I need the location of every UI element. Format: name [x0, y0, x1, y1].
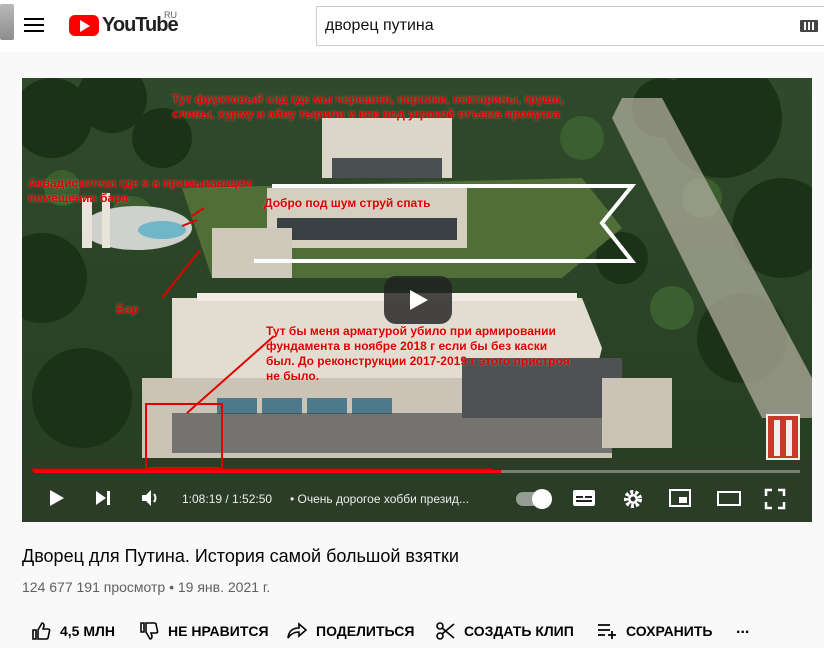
scissors-icon — [436, 622, 455, 640]
thumbs-up-icon — [32, 622, 51, 640]
miniplayer-icon[interactable] — [668, 488, 692, 508]
masthead: YouTube RU дворец путина — [0, 0, 824, 52]
search-input[interactable]: дворец путина — [316, 6, 824, 46]
share-icon — [287, 622, 308, 639]
next-icon[interactable] — [94, 488, 112, 508]
fullscreen-icon[interactable] — [764, 488, 786, 510]
like-button[interactable]: 4,5 МЛН — [30, 620, 115, 642]
youtube-play-mark-icon — [69, 14, 99, 36]
share-button[interactable]: ПОДЕЛИТЬСЯ — [286, 620, 414, 642]
dislike-label: НЕ НРАВИТСЯ — [168, 623, 269, 639]
theater-icon[interactable] — [716, 488, 742, 508]
annotation-orchard: Тут фруктовый сад где мы черешню, персик… — [172, 92, 564, 121]
action-bar: 4,5 МЛН НЕ НРАВИТСЯ ПОДЕЛИТЬСЯ СОЗДАТЬ К… — [22, 614, 812, 646]
big-play-button[interactable] — [384, 276, 452, 324]
channel-watermark-icon[interactable] — [766, 414, 800, 460]
more-actions-button[interactable]: ... — [736, 620, 749, 638]
settings-icon[interactable] — [622, 488, 644, 510]
like-count: 4,5 МЛН — [60, 623, 115, 639]
progress-bar[interactable] — [34, 470, 800, 473]
autoplay-toggle[interactable] — [516, 489, 552, 509]
playlist-add-icon — [598, 624, 616, 639]
progress-bar-fill — [34, 470, 502, 473]
dislike-button[interactable]: НЕ НРАВИТСЯ — [138, 620, 269, 642]
clip-button[interactable]: СОЗДАТЬ КЛИП — [434, 620, 574, 642]
country-code: RU — [164, 10, 177, 20]
annotation-aquadisco: Аквадискотека где я в примыкающем помеще… — [28, 176, 253, 205]
keyboard-icon[interactable] — [800, 20, 818, 32]
annotation-bar: Бар — [116, 302, 139, 316]
browser-tab-handle — [0, 4, 14, 40]
save-button[interactable]: СОХРАНИТЬ — [596, 620, 712, 642]
chapter-title[interactable]: • Очень дорогое хобби презид... — [290, 492, 469, 506]
time-display: 1:08:19 / 1:52:50 — [182, 492, 273, 506]
search-query: дворец путина — [325, 17, 434, 34]
share-label: ПОДЕЛИТЬСЯ — [316, 623, 415, 639]
save-label: СОХРАНИТЬ — [626, 623, 713, 639]
video-player[interactable]: Тут фруктовый сад где мы черешню, персик… — [22, 78, 812, 522]
youtube-logo[interactable]: YouTube RU — [69, 10, 179, 38]
subtitles-icon[interactable] — [572, 488, 596, 508]
play-icon[interactable] — [48, 488, 66, 508]
menu-icon[interactable] — [24, 14, 44, 36]
annotation-rebar: Тут бы меня арматурой убило при армирова… — [266, 324, 570, 383]
clip-label: СОЗДАТЬ КЛИП — [464, 623, 574, 639]
thumbs-down-icon — [140, 622, 159, 640]
video-stats: 124 677 191 просмотр • 19 янв. 2021 г. — [22, 579, 271, 595]
annotation-sleep: Добро под шум струй спать — [264, 196, 431, 210]
more-icon: ... — [736, 620, 750, 637]
volume-icon[interactable] — [140, 488, 162, 508]
player-controls: 1:08:19 / 1:52:50 • Очень дорогое хобби … — [22, 480, 812, 520]
video-title: Дворец для Путина. История самой большой… — [22, 546, 459, 566]
